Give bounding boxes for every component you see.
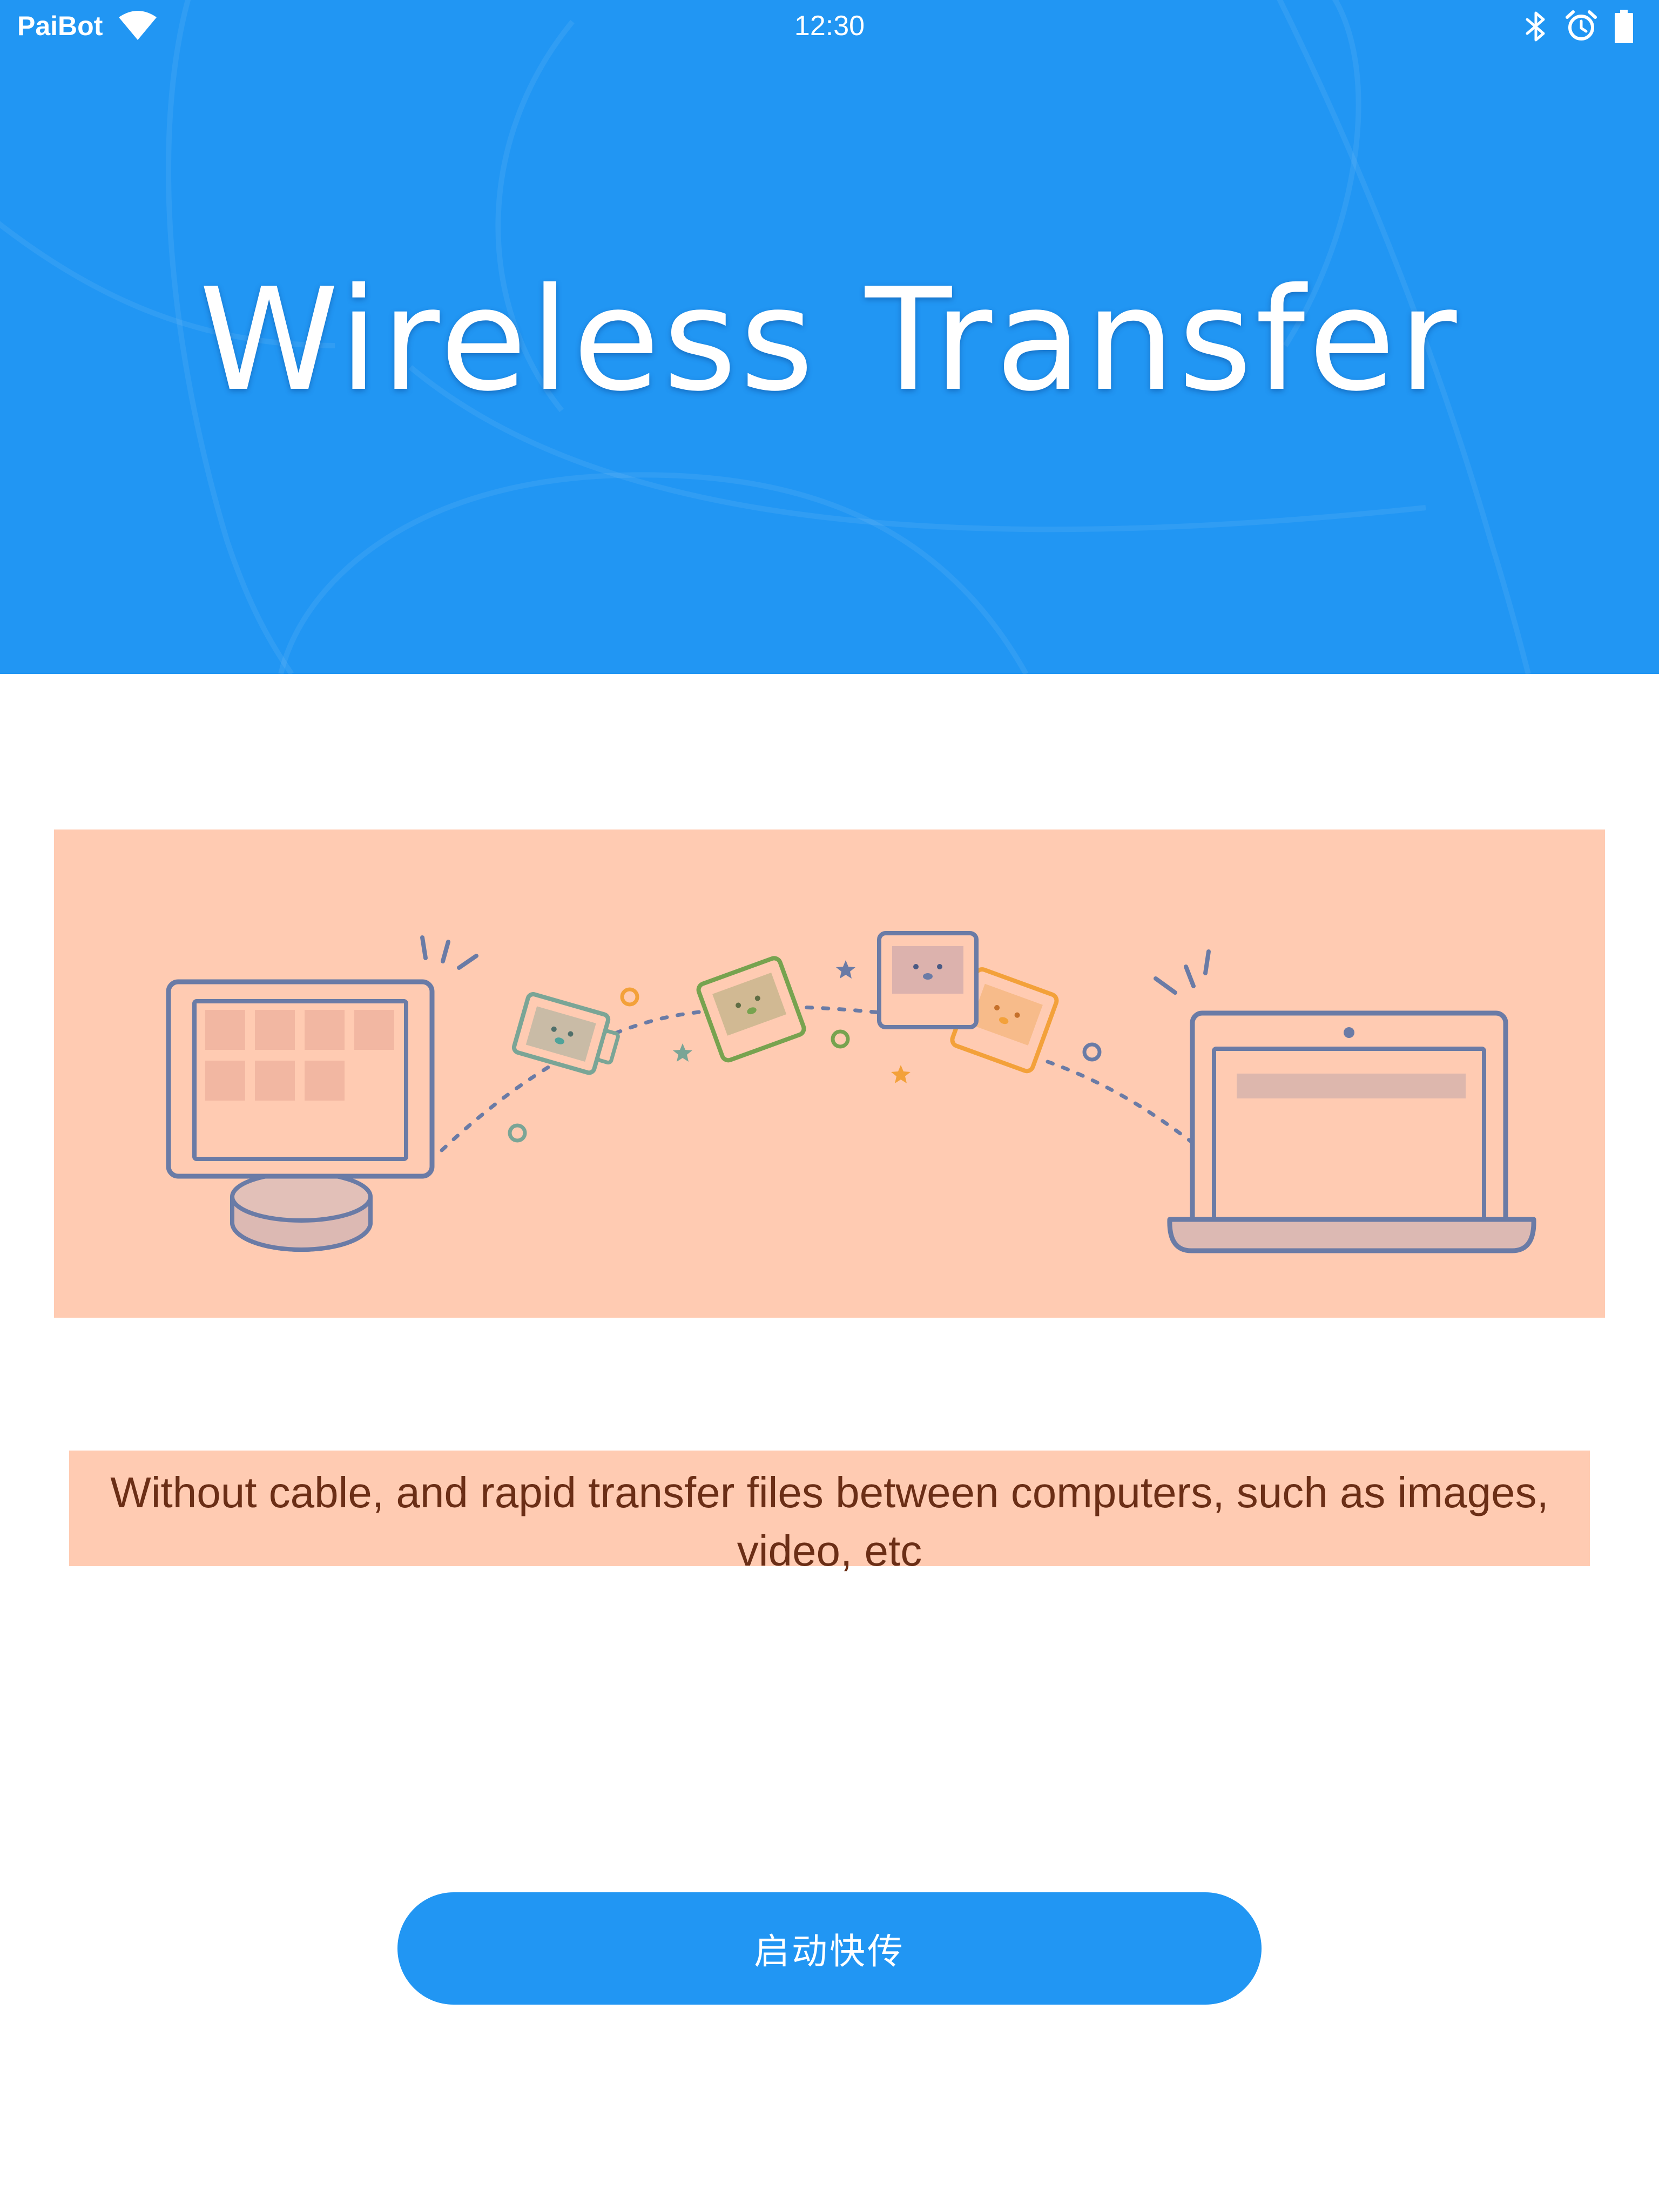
alarm-icon — [1566, 10, 1597, 41]
start-transfer-button[interactable]: 启动快传 — [397, 1892, 1262, 2005]
bluetooth-icon — [1526, 11, 1545, 42]
desktop-monitor-graphic — [166, 935, 478, 1252]
description-text: Without cable, and rapid transfer files … — [110, 1468, 1549, 1575]
page-title: Wireless Transfer — [199, 258, 1460, 422]
header-banner: PaiBot 12:30 Wireless Transfer — [0, 0, 1659, 674]
transfer-illustration — [54, 830, 1605, 1318]
camera-card-graphic — [511, 992, 620, 1075]
status-bar: PaiBot 12:30 — [0, 0, 1659, 52]
status-time: 12:30 — [794, 10, 865, 42]
laptop-graphic — [1154, 949, 1536, 1253]
battery-icon — [1615, 10, 1633, 43]
photo-card-blue-graphic — [877, 931, 979, 1029]
photo-card-green-graphic — [696, 956, 806, 1063]
transfer-illustration-graphic — [166, 931, 1536, 1253]
